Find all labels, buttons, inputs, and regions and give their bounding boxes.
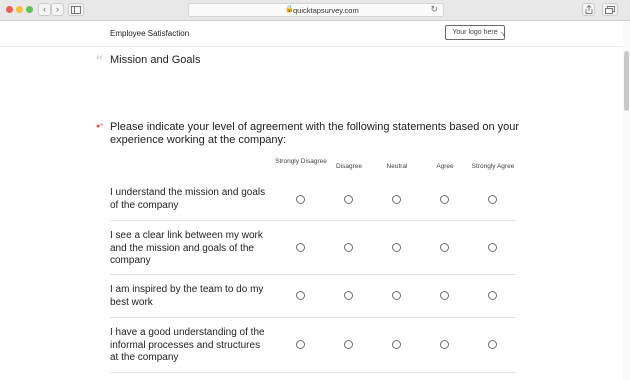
radio-row3-neutral[interactable] (392, 291, 401, 300)
forward-button[interactable]: › (51, 3, 64, 16)
column-header-strongly-agree: Strongly Agree (471, 163, 515, 170)
row-divider (110, 317, 516, 318)
reload-icon[interactable]: ↻ (430, 4, 438, 15)
radio-row2-agree[interactable] (440, 243, 449, 252)
sidebar-toggle-button[interactable] (68, 3, 84, 16)
row-label-1: I understand the mission and goals of th… (110, 187, 266, 211)
radio-row3-agree[interactable] (440, 291, 449, 300)
radio-row1-neutral[interactable] (392, 195, 401, 204)
radio-row1-agree[interactable] (440, 195, 449, 204)
row-divider (110, 274, 516, 275)
radio-row4-disagree[interactable] (344, 340, 353, 349)
radio-row4-strongly-disagree[interactable] (296, 340, 305, 349)
edit-corner-icon: ↘ (500, 31, 506, 38)
url-text: quicktapsurvey.com (293, 6, 359, 15)
radio-row2-strongly-disagree[interactable] (296, 243, 305, 252)
minimize-window-button[interactable] (16, 6, 23, 13)
survey-title: Employee Satisfaction (110, 29, 190, 38)
radio-row1-disagree[interactable] (344, 195, 353, 204)
section-title: Mission and Goals (110, 54, 201, 66)
scrollbar-thumb[interactable] (624, 51, 629, 111)
logo-placeholder: Your logo here ↘ (445, 25, 506, 40)
quote-icon: “ (95, 52, 104, 71)
page-header: Employee Satisfaction Your logo here ↘ (0, 21, 622, 47)
row-label-4: I have a good understanding of the infor… (110, 327, 265, 363)
required-icon: ●* (96, 123, 103, 130)
chevron-left-icon: ‹ (43, 4, 46, 14)
radio-row2-strongly-agree[interactable] (488, 243, 497, 252)
radio-row1-strongly-agree[interactable] (488, 195, 497, 204)
address-bar[interactable]: 🔒 quicktapsurvey.com ↻ (188, 3, 444, 17)
scrollbar[interactable] (623, 21, 630, 380)
radio-row1-strongly-disagree[interactable] (296, 195, 305, 204)
row-label-2: I see a clear link between my work and t… (110, 230, 263, 266)
sidebar-icon (71, 6, 81, 14)
tabs-icon (605, 6, 615, 14)
browser-toolbar: ‹ › 🔒 quicktapsurvey.com ↻ (0, 0, 630, 21)
show-tabs-button[interactable] (602, 3, 618, 16)
radio-row3-strongly-agree[interactable] (488, 291, 497, 300)
logo-placeholder-text: Your logo here (452, 29, 498, 36)
row-divider (110, 220, 516, 221)
question-text: Please indicate your level of agreement … (110, 121, 520, 146)
radio-row3-strongly-disagree[interactable] (296, 291, 305, 300)
chevron-right-icon: › (56, 4, 59, 14)
share-button[interactable] (582, 3, 595, 16)
radio-row3-disagree[interactable] (344, 291, 353, 300)
back-button[interactable]: ‹ (38, 3, 51, 16)
zoom-window-button[interactable] (26, 6, 33, 13)
radio-row4-neutral[interactable] (392, 340, 401, 349)
share-icon (585, 4, 592, 14)
row-divider (110, 372, 516, 373)
radio-row4-agree[interactable] (440, 340, 449, 349)
radio-row4-strongly-agree[interactable] (488, 340, 497, 349)
close-window-button[interactable] (6, 6, 13, 13)
radio-row2-disagree[interactable] (344, 243, 353, 252)
row-label-3: I am inspired by the team to do my best … (110, 284, 264, 308)
radio-row2-neutral[interactable] (392, 243, 401, 252)
